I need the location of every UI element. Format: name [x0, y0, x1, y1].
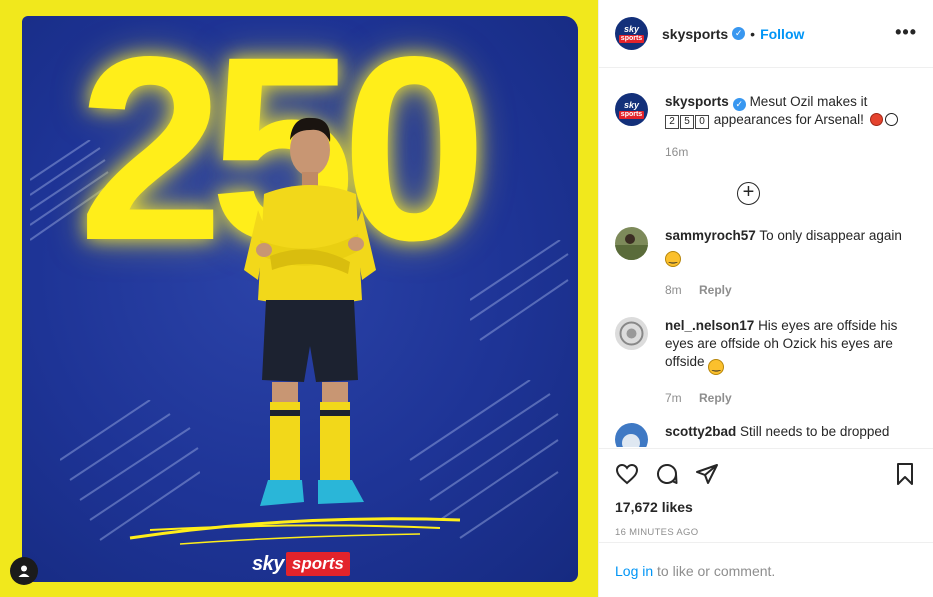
caption-time: 16m: [665, 145, 689, 159]
comment-username[interactable]: sammyroch57: [665, 228, 756, 243]
ground-brush-stroke: [129, 517, 461, 545]
comment-time: 8m: [665, 283, 682, 297]
red-circle-emoji-icon: [869, 113, 883, 126]
keycap-digit: 0: [695, 115, 709, 129]
post-header: sky sports skysports ✓ • Follow •••: [599, 0, 933, 68]
hatch-decoration: [470, 240, 569, 341]
brand-sky-text: sky: [252, 552, 284, 575]
login-prompt: Log in to like or comment.: [599, 542, 933, 597]
caption-username[interactable]: skysports: [665, 94, 729, 109]
like-heart-icon[interactable]: [615, 462, 639, 486]
separator-dot: •: [750, 25, 756, 42]
comment-item: nel_.nelson17 His eyes are offside his e…: [615, 317, 917, 407]
post-actions: 17,672 likes 16 MINUTES AGO: [599, 448, 933, 542]
comment-body: nel_.nelson17 His eyes are offside his e…: [665, 317, 915, 407]
likes-count[interactable]: 17,672 likes: [615, 499, 917, 515]
post-timestamp[interactable]: 16 MINUTES AGO: [615, 527, 917, 538]
save-bookmark-icon[interactable]: [893, 462, 917, 486]
laughing-emoji-icon: ‿: [665, 251, 681, 267]
player-figure: [244, 117, 376, 506]
comment-meta: 8m Reply: [665, 281, 915, 299]
grinning-emoji-icon: ‿: [708, 359, 725, 375]
caption-text-after: appearances for Arsenal!: [713, 112, 864, 127]
reply-button[interactable]: Reply: [699, 391, 732, 405]
caption-body: skysports ✓ Mesut Ozil makes it 250 appea…: [665, 93, 915, 161]
more-options-icon[interactable]: •••: [895, 22, 917, 43]
login-rest-text: to like or comment.: [657, 563, 776, 579]
comment-body: sammyroch57 To only disappear again ‿ 8m…: [665, 227, 915, 299]
comment-item: scotty2bad Still needs to be dropped: [615, 423, 917, 447]
reply-button[interactable]: Reply: [699, 283, 732, 297]
load-more-comments-icon[interactable]: +: [737, 182, 760, 205]
comment-body: scotty2bad Still needs to be dropped: [665, 423, 915, 447]
comment-time: 7m: [665, 391, 682, 405]
comment-item: sammyroch57 To only disappear again ‿ 8m…: [615, 227, 917, 299]
comment-meta: 7m Reply: [665, 389, 915, 407]
profile-avatar[interactable]: sky sports: [615, 17, 648, 50]
comment-username[interactable]: scotty2bad: [665, 424, 736, 439]
login-link[interactable]: Log in: [615, 563, 653, 579]
avatar-logo-bottom: sports: [618, 110, 645, 119]
tagged-users-icon[interactable]: [10, 557, 38, 585]
share-paper-plane-icon[interactable]: [695, 462, 719, 486]
commenter-avatar[interactable]: [615, 317, 648, 350]
caption: sky sports skysports ✓ Mesut Ozil makes i…: [615, 93, 917, 161]
comment-text: To only disappear again: [759, 228, 902, 243]
header-username[interactable]: skysports: [662, 26, 728, 42]
white-circle-emoji-icon: [884, 113, 898, 126]
brand-sports-text: sports: [285, 552, 350, 576]
follow-button[interactable]: Follow: [760, 26, 804, 42]
caption-text-before: Mesut Ozil makes it: [749, 94, 868, 109]
commenter-avatar[interactable]: [615, 423, 648, 447]
comments-list[interactable]: sky sports skysports ✓ Mesut Ozil makes i…: [599, 69, 933, 447]
verified-icon: ✓: [732, 98, 746, 111]
post-details-panel: sky sports skysports ✓ • Follow ••• sky …: [598, 0, 933, 597]
verified-icon: ✓: [732, 27, 746, 40]
post-viewer: 250 sky sports sky sports skysports ✓ • …: [0, 0, 933, 597]
sky-sports-watermark: sky sports: [252, 552, 350, 576]
keycap-digit: 5: [680, 115, 694, 129]
avatar-logo-top: sky: [623, 23, 640, 34]
post-image[interactable]: 250 sky sports: [0, 0, 598, 597]
commenter-avatar[interactable]: [615, 227, 648, 260]
comment-bubble-icon[interactable]: [655, 462, 679, 486]
caption-avatar[interactable]: sky sports: [615, 93, 648, 126]
action-icons: [615, 461, 917, 487]
comment-text: Still needs to be dropped: [740, 424, 890, 439]
avatar-logo-top: sky: [623, 99, 640, 110]
keycap-digit: 2: [665, 115, 679, 129]
avatar-logo-bottom: sports: [618, 34, 645, 43]
comment-username[interactable]: nel_.nelson17: [665, 318, 754, 333]
